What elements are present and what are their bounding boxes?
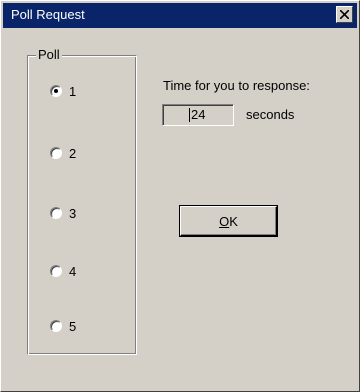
poll-option-4[interactable]: 4 [50, 262, 76, 280]
poll-option-label: 5 [69, 318, 77, 334]
close-button[interactable] [336, 6, 353, 23]
time-remaining-value: 24 [189, 107, 206, 122]
poll-group-label: Poll [36, 47, 62, 62]
poll-option-2[interactable]: 2 [50, 144, 76, 162]
radio-button[interactable] [50, 85, 62, 97]
poll-option-3[interactable]: 3 [50, 204, 76, 222]
radio-button[interactable] [50, 147, 62, 159]
poll-group: Poll 1 2 3 4 5 [27, 47, 137, 355]
radio-selected-dot [54, 89, 58, 93]
close-icon [340, 10, 349, 19]
ok-button-accelerator: O [219, 213, 230, 229]
poll-option-label: 1 [69, 83, 77, 99]
window-title: Poll Request [11, 7, 85, 22]
poll-request-dialog: Poll Request Poll 1 2 3 4 5 Time for you… [0, 0, 360, 392]
radio-button[interactable] [50, 320, 62, 332]
radio-button[interactable] [50, 265, 62, 277]
poll-option-1[interactable]: 1 [50, 82, 76, 100]
poll-option-label: 2 [69, 145, 77, 161]
radio-button[interactable] [50, 207, 62, 219]
title-bar[interactable]: Poll Request [3, 3, 357, 28]
seconds-unit-label: seconds [246, 107, 295, 122]
poll-option-5[interactable]: 5 [50, 317, 76, 335]
time-remaining-field: 24 [162, 104, 234, 126]
time-remaining-label: Time for you to response: [163, 78, 310, 93]
ok-button-label-rest: K [229, 213, 238, 229]
poll-option-label: 3 [69, 205, 77, 221]
ok-button[interactable]: OK [180, 206, 277, 236]
poll-option-label: 4 [69, 263, 77, 279]
